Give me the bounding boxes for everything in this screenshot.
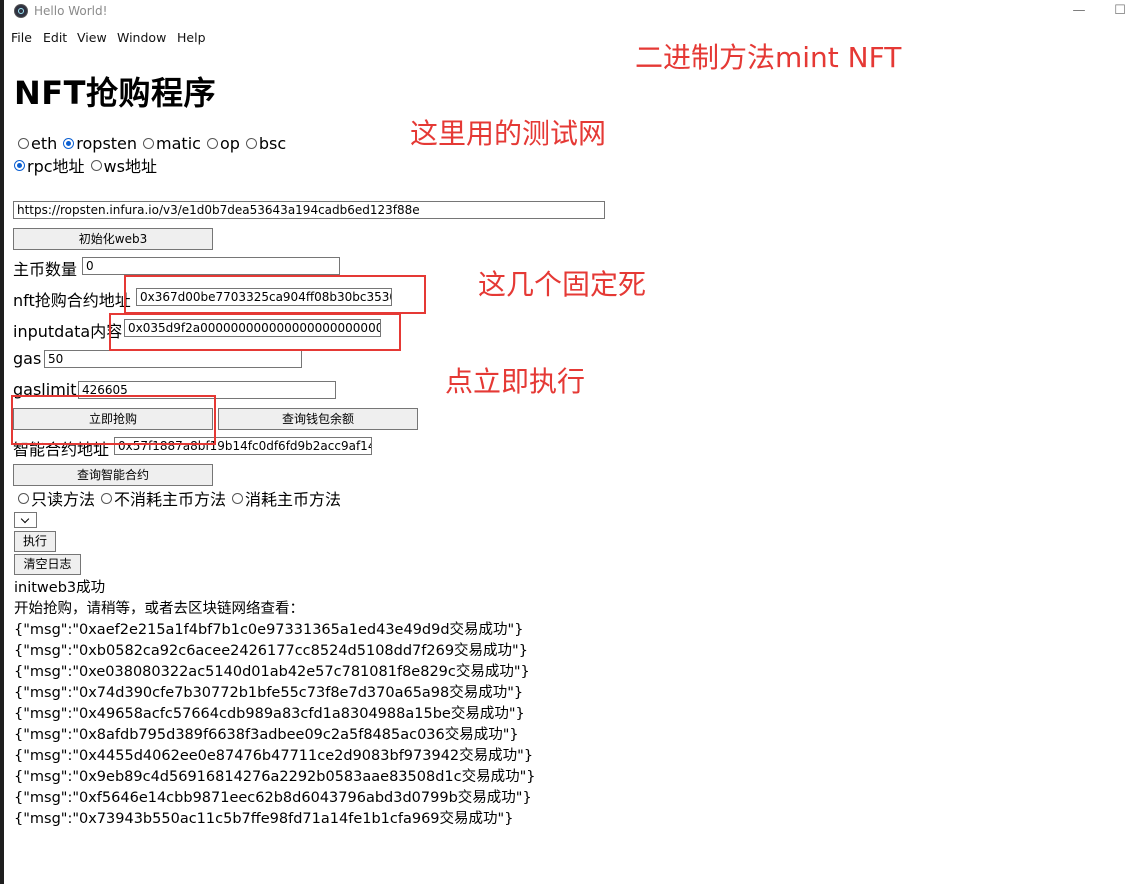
log-line: {"msg":"0xf5646e14cbb9871eec62b8d6043796…: [14, 790, 532, 806]
radio-rpc-label: rpc地址: [27, 157, 85, 176]
left-edge-strip: [0, 0, 4, 884]
menu-help[interactable]: Help: [177, 30, 206, 45]
radio-ws[interactable]: [90, 159, 102, 171]
clear-log-button[interactable]: 清空日志: [14, 554, 81, 575]
radio-readonly-label: 只读方法: [31, 490, 96, 509]
log-line: {"msg":"0x8afdb795d389f6638f3adbee09c2a5…: [14, 727, 519, 743]
radio-ropsten-label: ropsten: [76, 133, 138, 153]
window-title: Hello World!: [34, 4, 108, 18]
radio-ropsten[interactable]: [63, 137, 75, 149]
title-bar: Hello World! — ☐: [4, 0, 1135, 24]
gas-label: gas: [13, 349, 42, 368]
radio-payable-label: 消耗主币方法: [245, 490, 342, 509]
annotation-fixed: 这几个固定死: [478, 268, 647, 301]
maximize-icon[interactable]: ☐: [1110, 2, 1130, 20]
execute-button[interactable]: 执行: [14, 531, 56, 552]
annotation-box-contract: [124, 275, 426, 314]
annotation-click-execute: 点立即执行: [445, 365, 586, 398]
log-line: {"msg":"0xb0582ca92c6acee2426177cc8524d5…: [14, 643, 528, 659]
menu-edit[interactable]: Edit: [43, 30, 67, 45]
amount-input[interactable]: 0: [82, 257, 340, 275]
annotation-binary-mint: 二进制方法mint NFT: [635, 41, 902, 74]
log-line: {"msg":"0x73943b550ac11c5b7ffe98fd71a14f…: [14, 811, 514, 827]
method-select[interactable]: [14, 512, 37, 528]
rpc-url-input[interactable]: https://ropsten.infura.io/v3/e1d0b7dea53…: [13, 201, 605, 219]
radio-eth-label: eth: [31, 133, 58, 153]
electron-app-icon: [14, 4, 28, 18]
contract-address-label: nft抢购合约地址: [13, 291, 131, 310]
radio-payable-method[interactable]: [232, 492, 244, 504]
radio-bsc[interactable]: [245, 137, 257, 149]
inputdata-label: inputdata内容: [13, 322, 123, 341]
query-balance-button[interactable]: 查询钱包余额: [218, 408, 418, 430]
log-output: initweb3成功 开始抢购，请稍等，或者去区块链网络查看： {"msg":"…: [14, 578, 536, 830]
connection-radio-group: rpc地址 ws地址: [10, 155, 159, 176]
radio-no-gas-method[interactable]: [101, 492, 113, 504]
radio-eth[interactable]: [18, 137, 29, 149]
log-line: {"msg":"0xaef2e215a1f4bf7b1c0e97331365a1…: [14, 622, 524, 638]
menu-window[interactable]: Window: [117, 30, 166, 45]
log-line: {"msg":"0xe038080322ac5140d01ab42e57c781…: [14, 664, 530, 680]
annotation-box-inputdata: [109, 313, 401, 351]
network-radio-group: eth ropsten matic op bsc: [14, 133, 288, 153]
radio-op[interactable]: [206, 137, 218, 149]
radio-matic[interactable]: [143, 137, 155, 149]
radio-no-gas-label: 不消耗主币方法: [114, 490, 227, 509]
log-line: {"msg":"0x9eb89c4d56916814276a2292b0583a…: [14, 769, 536, 785]
radio-rpc[interactable]: [14, 159, 25, 171]
menu-file[interactable]: File: [11, 30, 32, 45]
log-line: 开始抢购，请稍等，或者去区块链网络查看：: [14, 601, 304, 617]
radio-matic-label: matic: [156, 133, 201, 153]
log-line: {"msg":"0x4455d4062ee0e87476b47711ce2d90…: [14, 748, 534, 764]
menu-view[interactable]: View: [77, 30, 107, 45]
log-line: initweb3成功: [14, 580, 106, 596]
page-title: NFT抢购程序: [14, 74, 216, 112]
radio-ws-label: ws地址: [103, 157, 157, 176]
radio-readonly-method[interactable]: [18, 492, 29, 504]
gas-input[interactable]: 50: [44, 350, 302, 368]
query-contract-button[interactable]: 查询智能合约: [13, 464, 213, 486]
init-web3-button[interactable]: 初始化web3: [13, 228, 213, 250]
log-line: {"msg":"0x49658acfc57664cdb989a83cfd1a83…: [14, 706, 525, 722]
minimize-icon[interactable]: —: [1069, 2, 1089, 20]
amount-label: 主币数量: [13, 260, 78, 279]
log-line: {"msg":"0x74d390cfe7b30772b1bfe55c73f8e7…: [14, 685, 524, 701]
annotation-testnet: 这里用的测试网: [410, 117, 607, 150]
radio-bsc-label: bsc: [258, 133, 287, 153]
method-type-radio-group: 只读方法 不消耗主币方法 消耗主币方法: [14, 488, 343, 509]
radio-op-label: op: [219, 133, 240, 153]
annotation-box-buy-button: [11, 395, 216, 445]
